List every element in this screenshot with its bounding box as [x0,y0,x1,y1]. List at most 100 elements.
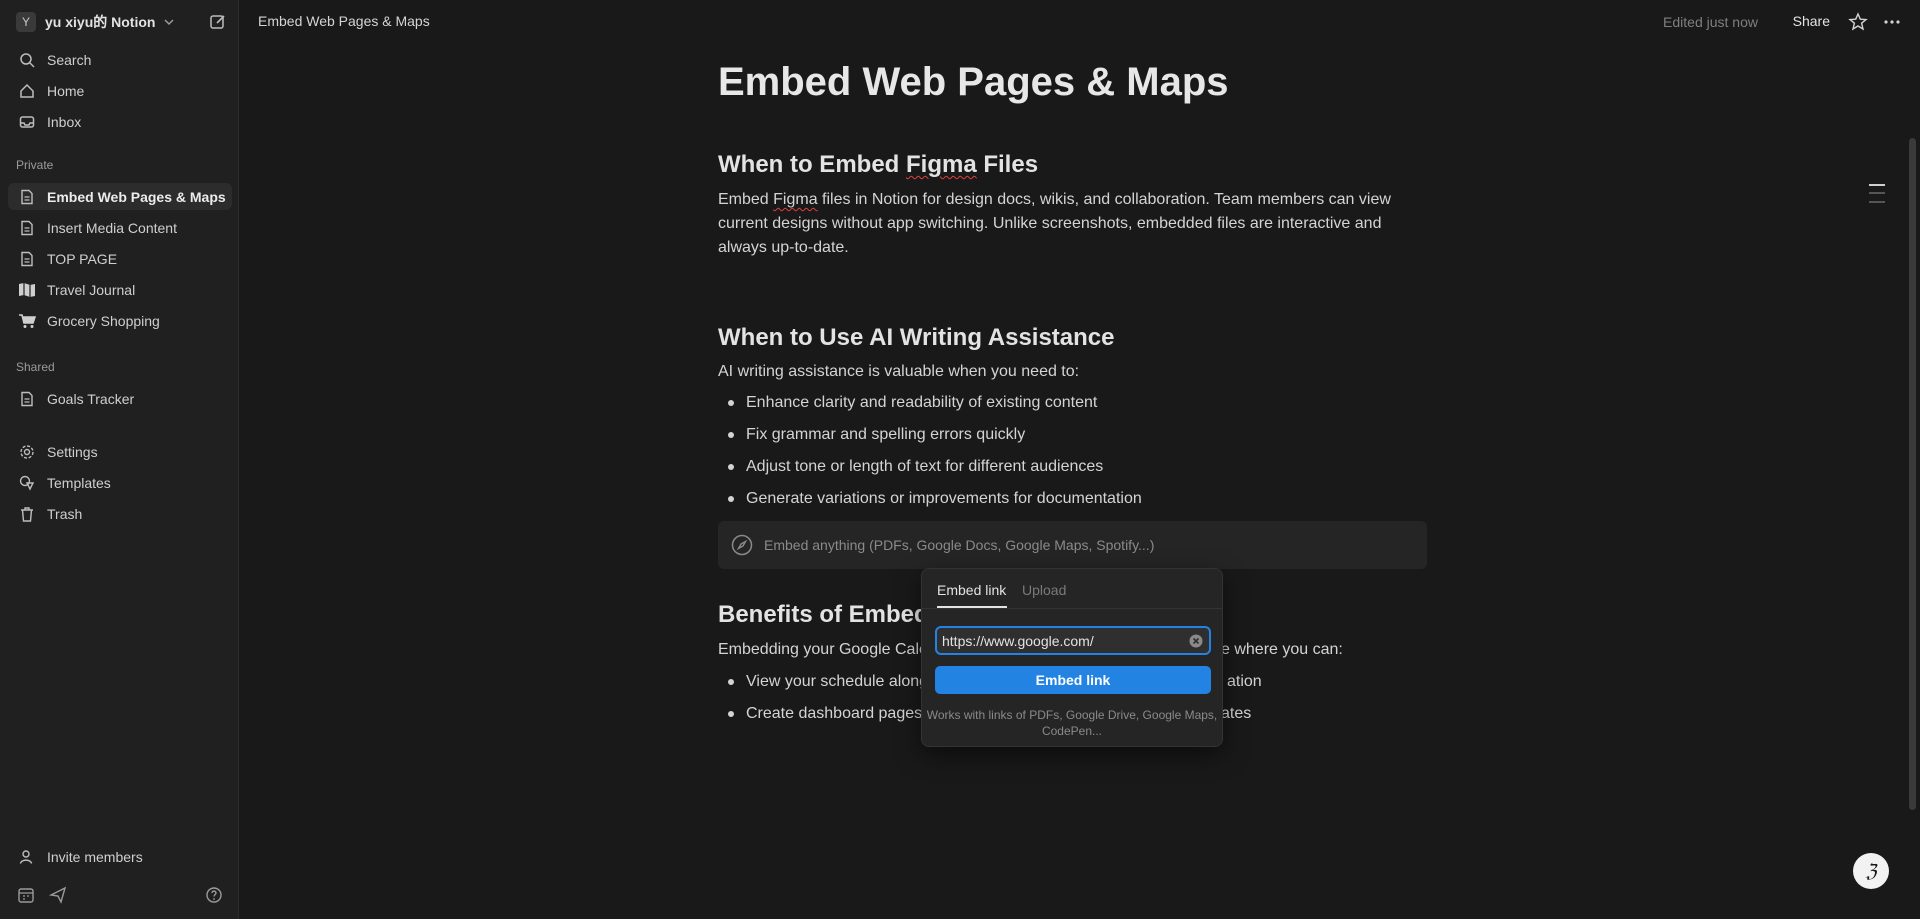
embed-placeholder-block[interactable]: Embed anything (PDFs, Google Docs, Googl… [718,521,1427,569]
paragraph-ai-intro[interactable]: AI writing assistance is valuable when y… [718,360,1418,384]
url-input[interactable] [942,632,1182,649]
bullet-dot [728,711,734,717]
sidebar-item-label: TOP PAGE [47,250,118,267]
heading-embed-figma[interactable]: When to Embed Figma Files [718,151,1038,179]
sidebar-item-insert-media[interactable]: Insert Media Content [8,214,232,241]
sidebar-item-label: Travel Journal [47,281,136,298]
toc-marker[interactable] [1869,201,1885,203]
paragraph-text: files in Notion for design docs, wikis, … [718,191,1391,256]
list-item-text: Create dashboard pages [746,705,923,722]
workspace-name: yu xiyu的 Notion [45,14,156,30]
list-item[interactable]: Generate variations or improvements for … [728,490,1142,508]
list-item[interactable]: Create dashboard pages [728,705,922,723]
sidebar-item-label: Templates [47,474,111,491]
page-icon [18,188,36,206]
edited-status: Edited just now [1663,14,1758,30]
sidebar-item-inbox[interactable]: Inbox [8,108,232,135]
paragraph-embed-figma[interactable]: Embed Figma files in Notion for design d… [718,188,1418,260]
chevron-down-icon [164,19,174,26]
send-icon[interactable] [49,886,67,904]
paragraph-benefits-right[interactable]: e where you can: [1221,638,1343,662]
new-page-icon[interactable] [208,12,228,32]
invite-members-label: Invite members [47,848,143,865]
tab-embed-link[interactable]: Embed link [937,582,1006,598]
sidebar-item-label: Home [47,82,85,99]
star-icon[interactable] [1848,12,1868,32]
more-icon[interactable] [1882,12,1902,32]
home-icon [18,82,36,100]
embed-placeholder-text: Embed anything (PDFs, Google Docs, Googl… [764,537,1155,553]
heading-text: When to Embed [718,151,906,178]
sidebar-item-label: Goals Tracker [47,390,135,407]
list-item[interactable]: Enhance clarity and readability of exist… [728,394,1097,412]
list-item-text-right: ates [1221,705,1252,722]
sidebar-item-grocery-shopping[interactable]: Grocery Shopping [8,307,232,334]
list-item[interactable]: Fix grammar and spelling errors quickly [728,426,1025,444]
page-title[interactable]: Embed Web Pages & Maps [718,60,1229,105]
list-item[interactable]: Adjust tone or length of text for differ… [728,458,1103,476]
list-item[interactable]: View your schedule along [728,673,928,691]
bullet-dot [728,679,734,685]
list-item-text: View your schedule along [746,673,929,690]
search-icon [18,51,36,69]
popover-tabs: Embed link Upload [922,569,1222,609]
sidebar-item-label: Grocery Shopping [47,312,160,329]
heading-ai-writing[interactable]: When to Use AI Writing Assistance [718,324,1115,352]
paragraph-benefits-left[interactable]: Embedding your Google Cale [718,638,928,662]
paragraph-text: Embed [718,191,774,208]
embed-hint: Works with links of PDFs, Google Drive, … [926,708,1218,738]
ai-assistant-button[interactable]: ℨ [1853,853,1889,889]
share-button[interactable]: Share [1793,13,1830,29]
compass-icon [731,534,753,556]
topbar: Embed Web Pages & Maps Edited just now S… [240,0,1920,44]
embed-popover: Embed link Upload Embed link Works with … [921,568,1223,747]
list-item-text-right: ation [1227,673,1262,690]
sidebar-item-travel-journal[interactable]: Travel Journal [8,276,232,303]
list-item-text: Generate variations or improvements for … [746,490,1142,507]
gear-icon [18,443,36,461]
misspelled-word: Figma [906,151,977,178]
sidebar-item-label: Settings [47,443,98,460]
map-icon [18,281,36,299]
sidebar-item-label: Trash [47,505,83,522]
clear-icon[interactable] [1189,634,1203,648]
notion-app: Y yu xiyu的 Notion Search Home Inbox Priv… [0,0,1920,919]
sidebar-item-templates[interactable]: Templates [8,469,232,496]
sidebar-item-label: Inbox [47,113,82,130]
bullet-dot [728,400,734,406]
workspace-switcher[interactable]: Y yu xiyu的 Notion [8,10,230,34]
workspace-avatar: Y [16,12,36,32]
sidebar-item-trash[interactable]: Trash [8,500,232,527]
tab-upload[interactable]: Upload [1022,582,1066,598]
sidebar-item-top-page[interactable]: TOP PAGE [8,245,232,272]
inbox-icon [18,113,36,131]
ai-face-icon: ℨ [1865,860,1877,882]
templates-icon [18,474,36,492]
sidebar-item-embed-web-pages[interactable]: Embed Web Pages & Maps [8,183,232,210]
toc-marker-active[interactable] [1869,184,1885,186]
active-tab-indicator [937,606,1007,608]
list-item-text: Fix grammar and spelling errors quickly [746,426,1026,443]
embed-link-button[interactable]: Embed link [935,666,1211,694]
sidebar-item-goals-tracker[interactable]: Goals Tracker [8,385,232,412]
scrollbar[interactable] [1909,138,1916,810]
heading-benefits[interactable]: Benefits of Embedc [718,601,942,629]
invite-members-button[interactable]: Invite members [8,843,232,870]
sidebar-item-settings[interactable]: Settings [8,438,232,465]
help-icon[interactable] [205,886,223,904]
list-item-text: Adjust tone or length of text for differ… [746,458,1104,475]
sidebar-item-search[interactable]: Search [8,46,232,73]
sidebar: Y yu xiyu的 Notion Search Home Inbox Priv… [0,0,239,919]
sidebar-item-label: Insert Media Content [47,219,177,236]
toc-marker[interactable] [1869,192,1885,194]
list-item-text: Enhance clarity and readability of exist… [746,394,1098,411]
section-label-shared: Shared [16,360,55,374]
invite-icon [18,848,36,866]
section-label-private: Private [16,158,54,172]
url-field[interactable] [935,626,1211,655]
calendar-icon[interactable] [17,886,35,904]
misspelled-word: Figma [773,191,818,208]
breadcrumb[interactable]: Embed Web Pages & Maps [258,13,430,29]
sidebar-item-home[interactable]: Home [8,77,232,104]
bullet-dot [728,432,734,438]
